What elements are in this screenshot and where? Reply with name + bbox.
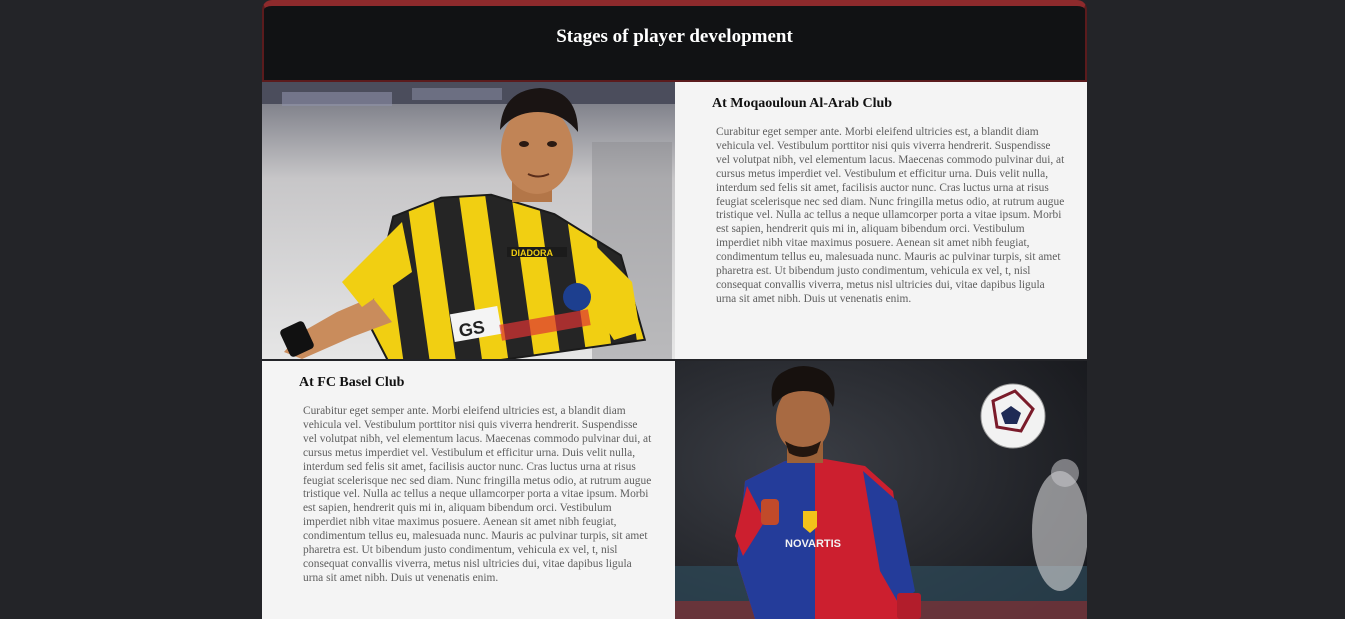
section-heading: At Moqaouloun Al-Arab Club (712, 96, 893, 111)
kit-sponsor-diadora: DIADORA (511, 248, 553, 258)
content-container: Stages of player development DIADORA GS … (262, 0, 1087, 619)
section-body: Curabitur eget semper ante. Morbi eleife… (716, 126, 1065, 305)
section-heading: At FC Basel Club (299, 375, 405, 390)
section-moqaouloun: At Moqaouloun Al-Arab Club Curabitur ege… (675, 82, 1087, 359)
section-body: Curabitur eget semper ante. Morbi eleife… (303, 405, 652, 584)
player-photo-basel: NOVARTIS (675, 361, 1087, 619)
player-photo-moqaouloun: DIADORA GS (262, 82, 675, 359)
page-header: Stages of player development (262, 0, 1087, 82)
page-title: Stages of player development (556, 26, 793, 47)
section-basel: At FC Basel Club Curabitur eget semper a… (262, 361, 675, 619)
kit-sponsor-novartis: NOVARTIS (785, 538, 841, 550)
